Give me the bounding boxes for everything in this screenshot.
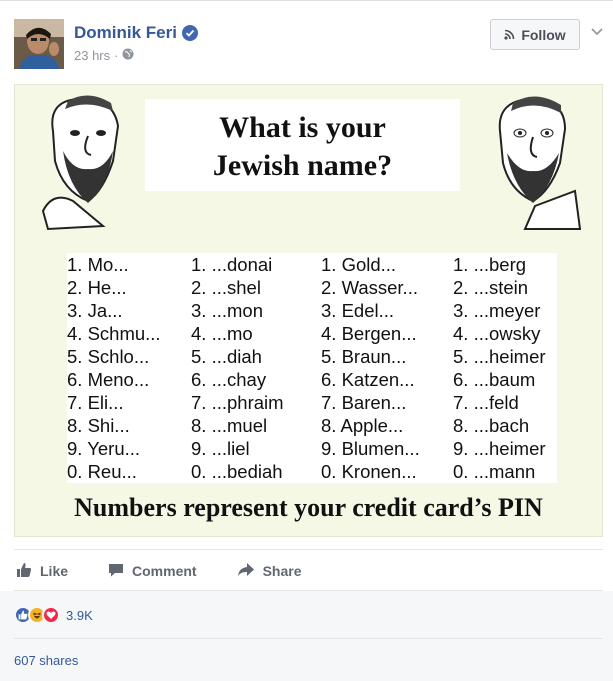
post-header: Dominik Feri 23 hrs · Follow (14, 19, 604, 73)
chevron-down-icon[interactable] (591, 25, 603, 37)
name-entry: 8. Shi... (67, 415, 130, 436)
name-entry: 3. ...mon (191, 300, 263, 321)
name-entry: 0. ...mann (453, 461, 536, 482)
post-actions: Like Comment Share (14, 559, 603, 583)
name-entry: 6. Meno... (67, 369, 150, 390)
name-entry: 0. Kronen... (321, 461, 417, 482)
reaction-count[interactable]: 3.9K (66, 608, 93, 623)
name-column-2: 1. ...donai 2. ...shel 3. ...mon 4. ...m… (191, 253, 284, 483)
name-entry: 5. Braun... (321, 346, 407, 367)
name-entry: 1. ...donai (191, 254, 273, 275)
shares-count[interactable]: 607 shares (14, 653, 78, 668)
love-reaction-icon (42, 606, 60, 624)
check-badge-icon (181, 25, 198, 41)
name-entry: 4. ...mo (191, 323, 253, 344)
comment-label: Comment (132, 563, 197, 579)
name-entry: 6. ...chay (191, 369, 267, 390)
name-entry: 1. Gold... (321, 254, 397, 275)
name-entry: 5. Schlo... (67, 346, 150, 367)
share-label: Share (262, 563, 302, 579)
name-entry: 4. Schmu... (67, 323, 161, 344)
name-entry: 1. Mo... (67, 254, 129, 275)
name-entry: 7. Eli... (67, 392, 124, 413)
name-entry: 2. He... (67, 277, 127, 298)
share-arrow-icon (237, 562, 255, 581)
name-entry: 2. Wasser... (321, 277, 418, 298)
name-entry: 5. ...heimer (453, 346, 546, 367)
name-entry: 5. ...diah (191, 346, 262, 367)
divider (14, 638, 603, 639)
name-entry: 2. ...stein (453, 277, 529, 298)
name-entry: 1. ...berg (453, 254, 527, 275)
name-entry: 0. ...bediah (191, 461, 283, 482)
share-button[interactable]: Share (237, 559, 302, 583)
name-column-1: 1. Mo... 2. He... 3. Ja... 4. Schmu... 5… (67, 253, 161, 483)
post-stats: 3.9K 607 shares (0, 591, 613, 681)
reactions-summary[interactable]: 3.9K (14, 606, 93, 624)
post-timestamp[interactable]: 23 hrs (74, 48, 110, 63)
name-column-3: 1. Gold... 2. Wasser... 3. Edel... 4. Be… (321, 253, 420, 483)
like-label: Like (40, 563, 69, 579)
name-columns: 1. Mo... 2. He... 3. Ja... 4. Schmu... 5… (67, 253, 557, 483)
thumbs-up-icon (16, 562, 32, 581)
follow-label: Follow (521, 26, 566, 43)
name-entry: 3. ...meyer (453, 300, 541, 321)
name-entry: 7. ...phraim (191, 392, 284, 413)
post-card: Dominik Feri 23 hrs · Follow What is you… (0, 0, 613, 681)
name-entry: 9. ...liel (191, 438, 250, 459)
name-column-4: 1. ...berg 2. ...stein 3. ...meyer 4. ..… (453, 253, 546, 483)
meme-title-line2: Jewish name? (212, 149, 393, 182)
comment-button[interactable]: Comment (108, 559, 197, 583)
name-entry: 7. ...feld (453, 392, 519, 413)
name-entry: 8. ...muel (191, 415, 268, 436)
meme-title-line1: What is your (219, 111, 386, 144)
follow-button[interactable]: Follow (490, 19, 580, 50)
caricature-left-illustration (41, 95, 120, 231)
name-entry: 8. ...bach (453, 415, 530, 436)
name-entry: 6. ...baum (453, 369, 536, 390)
divider (14, 549, 603, 550)
name-entry: 9. Blumen... (321, 438, 420, 459)
name-entry: 4. ...owsky (453, 323, 541, 344)
rss-icon (504, 27, 515, 43)
caricature-right-illustration (498, 96, 582, 230)
name-entry: 7. Baren... (321, 392, 407, 413)
name-entry: 3. Ja... (67, 300, 123, 321)
like-button[interactable]: Like (16, 559, 68, 583)
author-avatar[interactable] (14, 19, 64, 69)
name-entry: 6. Katzen... (321, 369, 415, 390)
name-entry: 4. Bergen... (321, 323, 417, 344)
meme-title-box: What is your Jewish name? (145, 99, 460, 191)
name-entry: 9. Yeru... (67, 438, 141, 459)
name-entry: 0. Reu... (67, 461, 137, 482)
comment-icon (108, 562, 124, 581)
name-entry: 3. Edel... (321, 300, 395, 321)
post-image[interactable]: What is your Jewish name? 1. Mo... 2. He… (14, 84, 603, 537)
meme-title: What is your Jewish name? (145, 109, 460, 185)
post-meta: 23 hrs · (74, 48, 134, 63)
meta-separator: · (114, 48, 119, 63)
meme-footer-text: Numbers represent your credit card’s PIN (74, 493, 543, 522)
name-entry: 8. Apple... (321, 415, 404, 436)
name-entry: 9. ...heimer (453, 438, 546, 459)
author-name[interactable]: Dominik Feri (74, 23, 198, 43)
globe-icon (122, 48, 134, 63)
author-name-text[interactable]: Dominik Feri (74, 23, 177, 43)
name-entry: 2. ...shel (191, 277, 261, 298)
